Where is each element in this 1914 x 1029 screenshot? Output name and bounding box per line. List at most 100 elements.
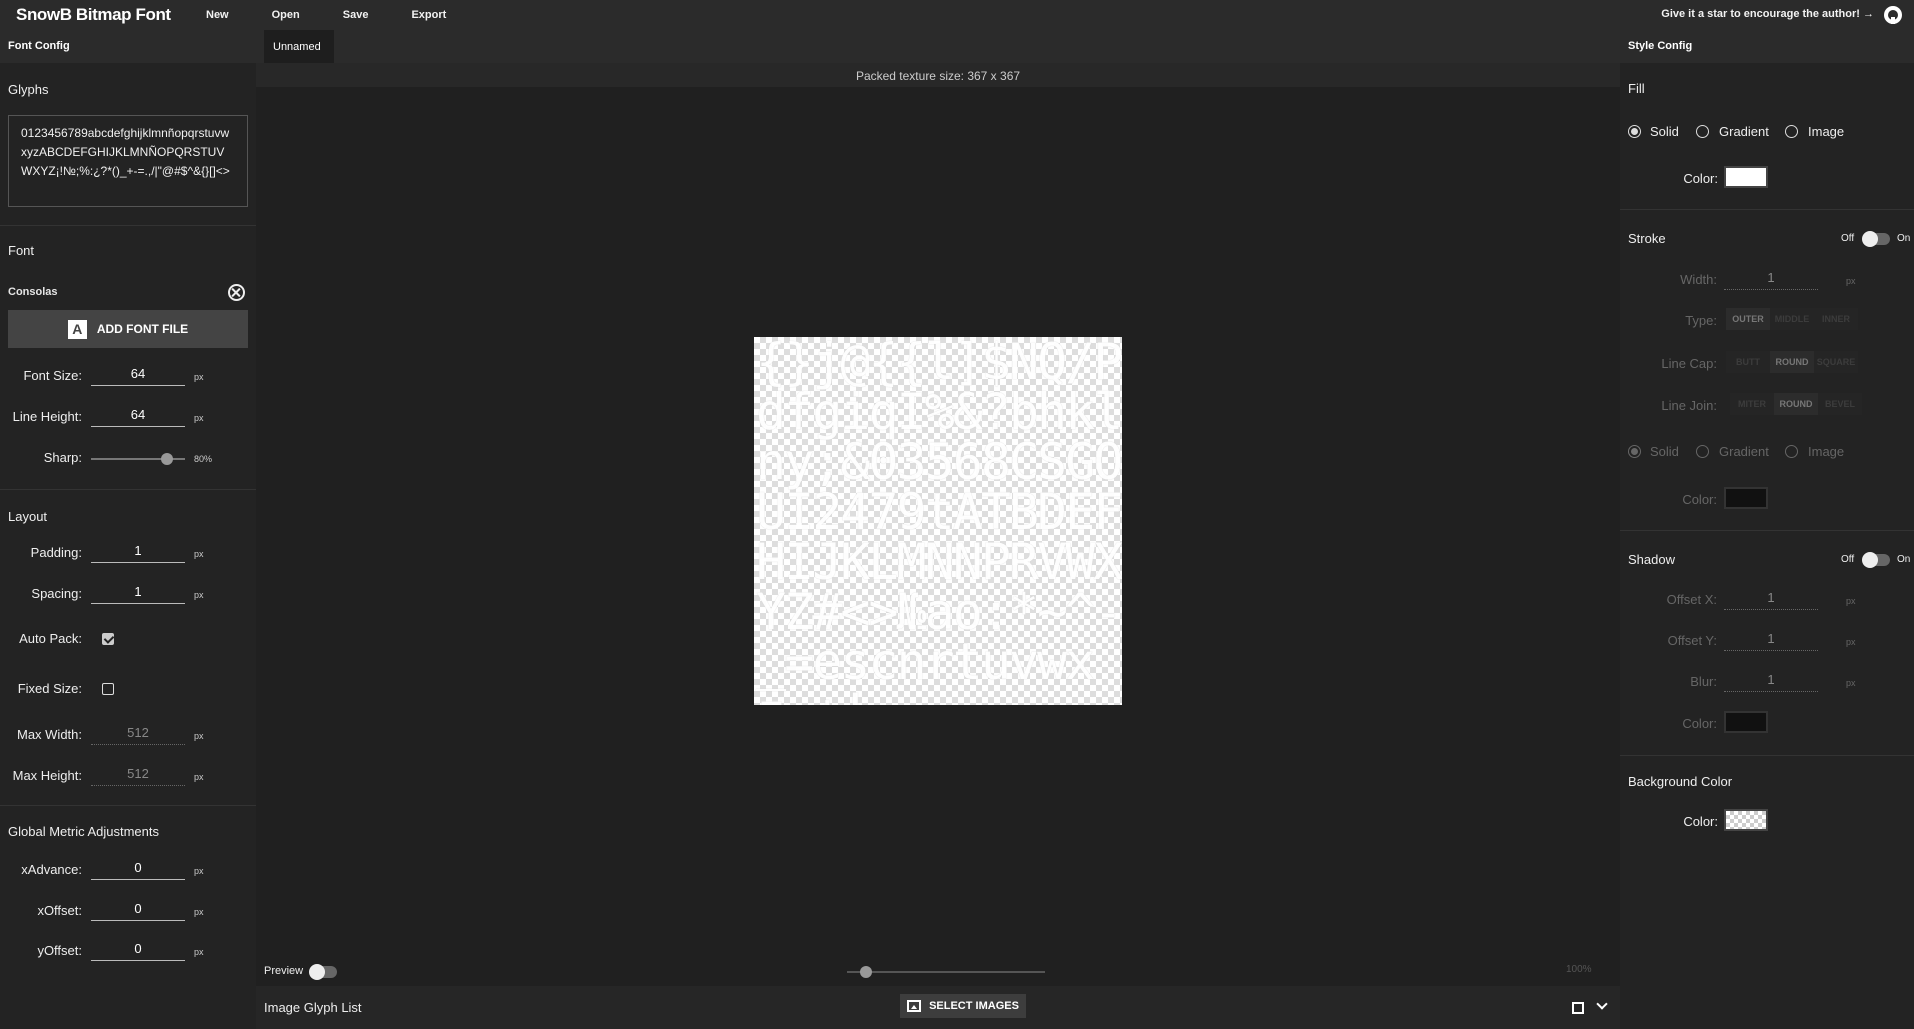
style-config-header: Style Config: [1620, 30, 1914, 63]
zoom-value: 100%: [1566, 964, 1592, 975]
add-font-file-label: ADD FONT FILE: [96, 322, 189, 336]
stroke-type-selector[interactable]: OUTER MIDDLE INNER: [1726, 308, 1858, 330]
shadow-toggle[interactable]: [1862, 552, 1890, 568]
line-height-input[interactable]: 64: [91, 405, 185, 427]
save-button[interactable]: Save: [343, 9, 369, 21]
texture-preview[interactable]: {}j@{{l]$NQ/PdfgiqI%&?bhklny;&03568CSGOU…: [754, 337, 1122, 705]
fixed-size-checkbox[interactable]: [102, 683, 114, 695]
y-offset-label: yOffset:: [37, 943, 82, 958]
font-name: Consolas: [8, 286, 58, 298]
background-color-title: Background Color: [1628, 774, 1733, 789]
x-advance-input[interactable]: 0: [91, 858, 185, 880]
padding-label: Padding:: [30, 545, 82, 560]
preview-label: Preview: [264, 965, 304, 977]
fullscreen-icon[interactable]: [1572, 1002, 1584, 1014]
shadow-off-label: Off: [1841, 554, 1855, 565]
padding-input[interactable]: 1: [91, 541, 185, 563]
padding-unit: px: [194, 549, 204, 559]
x-advance-unit: px: [194, 866, 204, 876]
github-icon[interactable]: [1884, 6, 1902, 24]
star-message-link[interactable]: Give it a star to encourage the author! …: [1661, 8, 1874, 20]
open-button[interactable]: Open: [272, 9, 300, 21]
fill-solid-label: Solid: [1650, 124, 1679, 139]
auto-pack-label: Auto Pack:: [19, 631, 82, 646]
stroke-color-label: Color:: [1682, 492, 1717, 507]
font-config-panel: Font Config Glyphs 0123456789abcdefghijk…: [0, 30, 256, 1029]
line-cap-round[interactable]: ROUND: [1770, 351, 1814, 373]
max-height-input[interactable]: 512: [91, 764, 185, 786]
export-button[interactable]: Export: [411, 9, 446, 21]
font-size-label: Font Size:: [23, 368, 82, 383]
stroke-gradient-radio[interactable]: [1696, 445, 1709, 458]
images-icon: [907, 1000, 922, 1012]
background-color-swatch[interactable]: [1724, 809, 1768, 831]
y-offset-input[interactable]: 0: [91, 939, 185, 961]
max-height-label: Max Height:: [12, 768, 82, 783]
font-size-input[interactable]: 64: [91, 364, 185, 386]
line-cap-selector[interactable]: BUTT ROUND SQUARE: [1726, 351, 1858, 373]
new-button[interactable]: New: [206, 9, 229, 21]
stroke-width-input[interactable]: 1: [1724, 268, 1818, 290]
fill-image-radio[interactable]: [1785, 125, 1798, 138]
stroke-solid-label: Solid: [1650, 444, 1679, 459]
line-join-miter[interactable]: MITER: [1730, 393, 1774, 415]
spacing-input[interactable]: 1: [91, 582, 185, 604]
fixed-size-label: Fixed Size:: [17, 681, 82, 696]
auto-pack-checkbox[interactable]: [102, 633, 114, 645]
remove-font-icon[interactable]: [228, 284, 245, 301]
tab-unnamed[interactable]: Unnamed: [264, 30, 334, 63]
stroke-type-middle[interactable]: MIDDLE: [1770, 308, 1814, 330]
divider: [1620, 530, 1914, 531]
glyphs-textarea[interactable]: 0123456789abcdefghijklmnñopqrstuvwxyzABC…: [8, 115, 248, 207]
app-title: SnowB Bitmap Font: [16, 5, 171, 24]
select-images-button[interactable]: SELECT IMAGES: [900, 994, 1026, 1018]
line-join-bevel[interactable]: BEVEL: [1818, 393, 1862, 415]
offset-x-input[interactable]: 1: [1724, 588, 1818, 610]
stroke-color-swatch[interactable]: [1724, 487, 1768, 509]
y-offset-unit: px: [194, 947, 204, 957]
line-cap-square[interactable]: SQUARE: [1814, 351, 1858, 373]
x-offset-input[interactable]: 0: [91, 899, 185, 921]
stroke-type-outer[interactable]: OUTER: [1726, 308, 1770, 330]
line-height-unit: px: [194, 413, 204, 423]
stroke-type-label: Type:: [1685, 313, 1717, 328]
fill-gradient-radio[interactable]: [1696, 125, 1709, 138]
stroke-solid-radio[interactable]: [1628, 445, 1641, 458]
add-font-file-button[interactable]: A ADD FONT FILE: [8, 310, 248, 348]
max-width-input[interactable]: 512: [91, 723, 185, 745]
sharp-slider-thumb[interactable]: [161, 453, 173, 465]
offset-y-input[interactable]: 1: [1724, 629, 1818, 651]
stroke-toggle[interactable]: [1862, 231, 1890, 247]
offset-x-unit: px: [1846, 596, 1856, 606]
max-width-unit: px: [194, 731, 204, 741]
metrics-title: Global Metric Adjustments: [8, 824, 160, 839]
fill-solid-radio[interactable]: [1628, 125, 1641, 138]
shadow-title: Shadow: [1628, 552, 1675, 567]
stroke-gradient-label: Gradient: [1719, 444, 1769, 459]
line-join-selector[interactable]: MITER ROUND BEVEL: [1730, 393, 1862, 415]
x-offset-label: xOffset:: [37, 903, 82, 918]
zoom-slider-track[interactable]: [847, 971, 1045, 973]
fill-image-label: Image: [1808, 124, 1845, 139]
max-height-unit: px: [194, 772, 204, 782]
blur-input[interactable]: 1: [1724, 670, 1818, 692]
sharp-value: 80%: [194, 454, 213, 464]
divider: [0, 225, 256, 226]
blur-label: Blur:: [1690, 674, 1717, 689]
preview-toggle[interactable]: [309, 964, 337, 980]
fill-color-swatch[interactable]: [1724, 166, 1768, 188]
zoom-slider-thumb[interactable]: [860, 966, 872, 978]
divider: [1620, 209, 1914, 210]
stroke-type-inner[interactable]: INNER: [1814, 308, 1858, 330]
stroke-width-unit: px: [1846, 276, 1856, 286]
font-title: Font: [8, 243, 35, 258]
divider: [1620, 755, 1914, 756]
stroke-image-radio[interactable]: [1785, 445, 1798, 458]
offset-y-label: Offset Y:: [1667, 633, 1717, 648]
shadow-color-swatch[interactable]: [1724, 711, 1768, 733]
offset-y-unit: px: [1846, 637, 1856, 647]
line-join-round[interactable]: ROUND: [1774, 393, 1818, 415]
sharp-label: Sharp:: [43, 450, 82, 465]
line-cap-butt[interactable]: BUTT: [1726, 351, 1770, 373]
chevron-down-icon[interactable]: [1596, 998, 1608, 1010]
